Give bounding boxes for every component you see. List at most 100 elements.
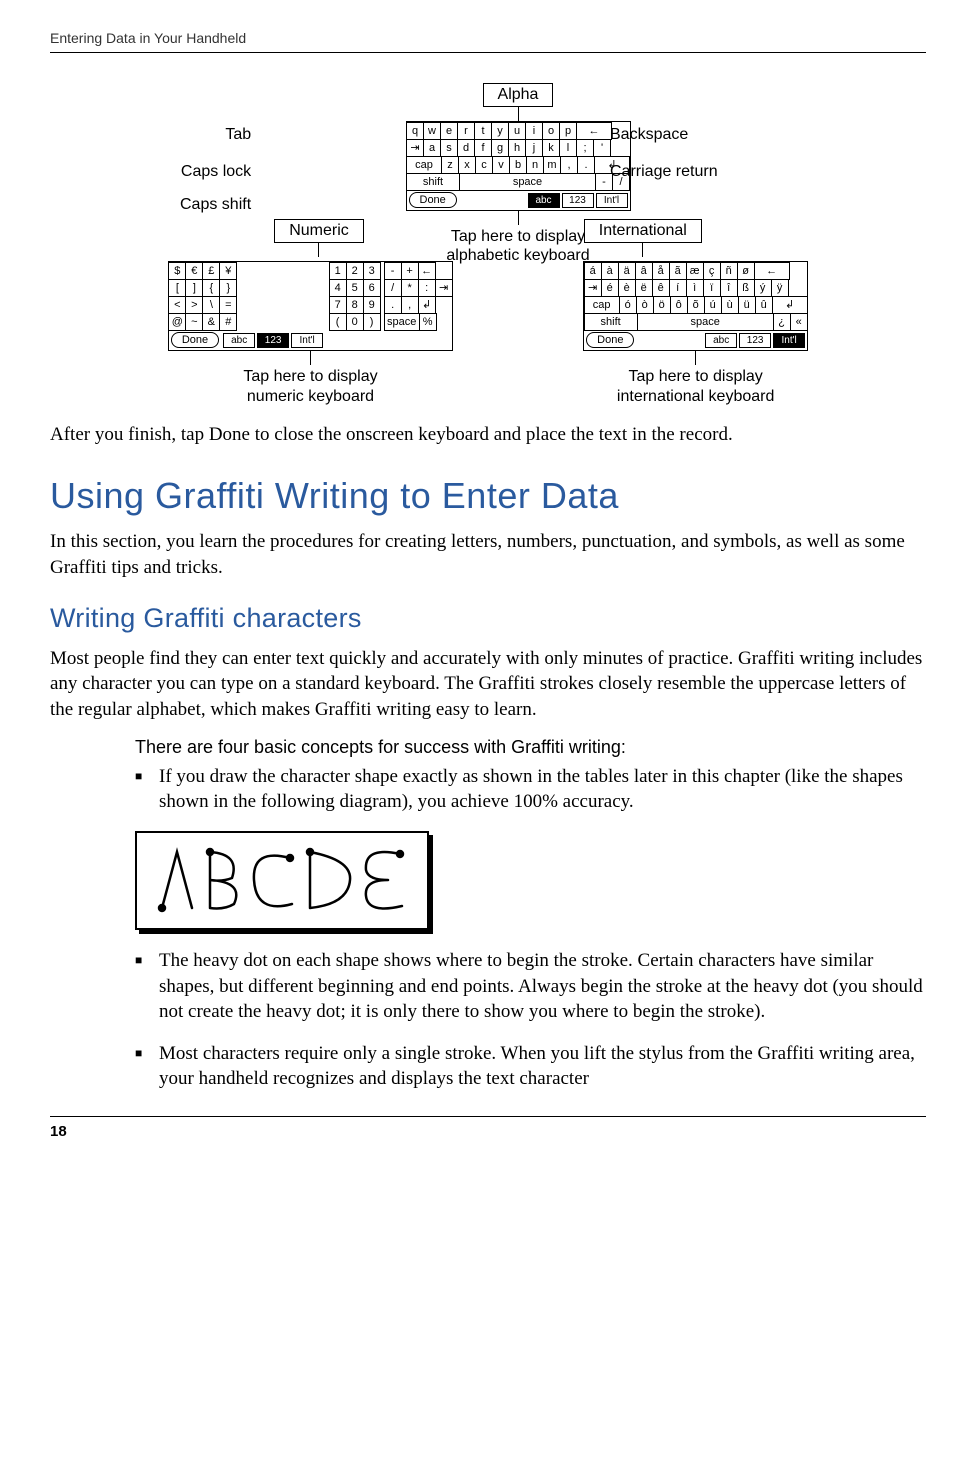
space-key[interactable]: space xyxy=(384,313,420,331)
key[interactable]: } xyxy=(219,279,237,297)
tab-key[interactable]: ⇥ xyxy=(435,279,453,297)
key[interactable]: v xyxy=(492,156,510,174)
key[interactable]: . xyxy=(384,296,402,314)
key[interactable]: 1 xyxy=(329,262,347,280)
tab-key[interactable]: ⇥ xyxy=(406,139,424,157)
key[interactable]: ø xyxy=(737,262,755,280)
mode-abc[interactable]: abc xyxy=(528,193,560,208)
key[interactable]: ú xyxy=(704,296,722,314)
mode-intl[interactable]: Int'l xyxy=(773,333,805,348)
caps-lock-key[interactable]: cap xyxy=(584,296,620,314)
key[interactable]: s xyxy=(440,139,458,157)
key[interactable]: æ xyxy=(686,262,704,280)
key[interactable]: [ xyxy=(168,279,186,297)
key[interactable]: 0 xyxy=(346,313,364,331)
caps-lock-key[interactable]: cap xyxy=(406,156,442,174)
key[interactable]: , xyxy=(560,156,578,174)
backspace-key[interactable]: ← xyxy=(576,122,612,140)
key[interactable]: ë xyxy=(635,279,653,297)
key[interactable]: å xyxy=(652,262,670,280)
key[interactable]: ì xyxy=(686,279,704,297)
key[interactable]: i xyxy=(525,122,543,140)
key[interactable]: 5 xyxy=(346,279,364,297)
key[interactable]: / xyxy=(384,279,402,297)
backspace-key[interactable]: ← xyxy=(754,262,790,280)
key[interactable]: ï xyxy=(703,279,721,297)
key[interactable]: ; xyxy=(576,139,594,157)
key[interactable]: q xyxy=(406,122,424,140)
key[interactable]: l xyxy=(559,139,577,157)
key[interactable]: ñ xyxy=(720,262,738,280)
mode-intl[interactable]: Int'l xyxy=(291,333,323,348)
key[interactable]: ó xyxy=(619,296,637,314)
key[interactable]: @ xyxy=(168,313,186,331)
key[interactable]: ç xyxy=(703,262,721,280)
key[interactable]: õ xyxy=(687,296,705,314)
mode-123[interactable]: 123 xyxy=(739,333,771,348)
mode-intl[interactable]: Int'l xyxy=(596,193,628,208)
key[interactable]: 3 xyxy=(363,262,381,280)
mode-abc[interactable]: abc xyxy=(223,333,255,348)
key[interactable]: , xyxy=(401,296,419,314)
key[interactable]: < xyxy=(168,296,186,314)
shift-key[interactable]: shift xyxy=(406,173,460,191)
key[interactable]: - xyxy=(384,262,402,280)
key[interactable]: ¥ xyxy=(219,262,237,280)
key[interactable]: + xyxy=(401,262,419,280)
done-button[interactable]: Done xyxy=(171,332,219,348)
key[interactable]: x xyxy=(458,156,476,174)
key[interactable]: e xyxy=(440,122,458,140)
key[interactable]: « xyxy=(790,313,808,331)
key[interactable]: j xyxy=(525,139,543,157)
key[interactable]: 6 xyxy=(363,279,381,297)
key[interactable]: p xyxy=(559,122,577,140)
space-key[interactable]: space xyxy=(637,313,774,331)
return-key[interactable]: ↲ xyxy=(418,296,436,314)
key[interactable]: k xyxy=(542,139,560,157)
key[interactable]: û xyxy=(755,296,773,314)
mode-123[interactable]: 123 xyxy=(562,193,594,208)
key[interactable]: ] xyxy=(185,279,203,297)
key[interactable]: é xyxy=(601,279,619,297)
key[interactable]: \ xyxy=(202,296,220,314)
key[interactable]: ) xyxy=(363,313,381,331)
key[interactable]: > xyxy=(185,296,203,314)
key[interactable]: u xyxy=(508,122,526,140)
key[interactable]: 4 xyxy=(329,279,347,297)
key[interactable]: c xyxy=(475,156,493,174)
key[interactable]: # xyxy=(219,313,237,331)
key[interactable]: î xyxy=(720,279,738,297)
tab-key[interactable]: ⇥ xyxy=(584,279,602,297)
key[interactable]: n xyxy=(526,156,544,174)
key[interactable]: ý xyxy=(754,279,772,297)
key[interactable]: £ xyxy=(202,262,220,280)
key[interactable]: $ xyxy=(168,262,186,280)
key[interactable]: â xyxy=(635,262,653,280)
key[interactable]: : xyxy=(418,279,436,297)
key[interactable]: ã xyxy=(669,262,687,280)
key[interactable]: ÿ xyxy=(771,279,789,297)
key[interactable]: z xyxy=(441,156,459,174)
key[interactable]: ¿ xyxy=(773,313,791,331)
key[interactable]: 8 xyxy=(346,296,364,314)
key[interactable]: 7 xyxy=(329,296,347,314)
key[interactable]: w xyxy=(423,122,441,140)
key[interactable]: h xyxy=(508,139,526,157)
key[interactable]: b xyxy=(509,156,527,174)
key[interactable]: ' xyxy=(593,139,611,157)
key[interactable]: { xyxy=(202,279,220,297)
key[interactable]: a xyxy=(423,139,441,157)
backspace-key[interactable]: ← xyxy=(418,262,436,280)
key[interactable]: % xyxy=(419,313,437,331)
key[interactable]: ~ xyxy=(185,313,203,331)
space-key[interactable]: space xyxy=(459,173,596,191)
key[interactable]: r xyxy=(457,122,475,140)
key[interactable]: í xyxy=(669,279,687,297)
return-key[interactable]: ↲ xyxy=(772,296,808,314)
key[interactable]: & xyxy=(202,313,220,331)
key[interactable]: ö xyxy=(653,296,671,314)
key[interactable]: o xyxy=(542,122,560,140)
key[interactable]: f xyxy=(474,139,492,157)
key[interactable]: € xyxy=(185,262,203,280)
mode-123[interactable]: 123 xyxy=(257,333,289,348)
